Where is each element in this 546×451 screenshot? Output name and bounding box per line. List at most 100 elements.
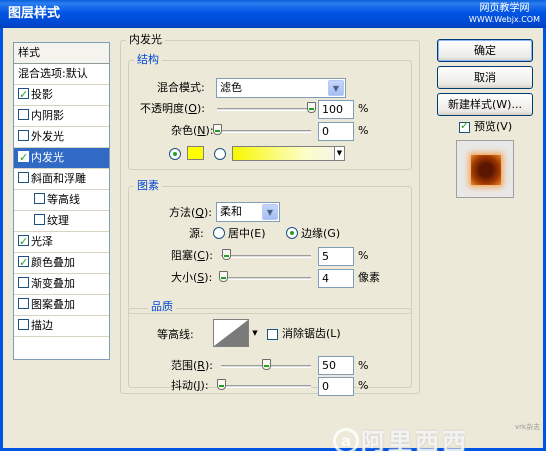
ok-button[interactable]: 确定 bbox=[437, 39, 533, 62]
style-checkbox[interactable] bbox=[18, 277, 29, 288]
gradient-radio[interactable] bbox=[214, 148, 226, 160]
style-list-item[interactable]: 外发光 bbox=[14, 127, 109, 148]
style-checkbox[interactable] bbox=[34, 214, 45, 225]
style-list-item[interactable]: 纹理 bbox=[14, 211, 109, 232]
watermark-logo: a bbox=[333, 428, 359, 451]
jitter-input[interactable]: 0 bbox=[318, 377, 354, 396]
jitter-slider[interactable] bbox=[217, 379, 311, 390]
range-slider[interactable] bbox=[221, 359, 311, 370]
glow-color-swatch[interactable] bbox=[187, 146, 204, 160]
range-unit: % bbox=[358, 359, 369, 372]
watermark-small: vrk杂志 bbox=[515, 423, 541, 431]
chevron-down-icon: ▼ bbox=[334, 147, 344, 160]
size-label: 大小(S): bbox=[171, 271, 213, 284]
style-list: 样式 混合选项:默认投影内阴影外发光内发光斜面和浮雕等高线纹理光泽颜色叠加渐变叠… bbox=[13, 42, 110, 360]
elements-title: 图素 bbox=[134, 180, 162, 192]
style-list-item[interactable]: 斜面和浮雕 bbox=[14, 169, 109, 190]
range-slider-thumb[interactable] bbox=[262, 359, 271, 370]
dialog-body: 样式 混合选项:默认投影内阴影外发光内发光斜面和浮雕等高线纹理光泽颜色叠加渐变叠… bbox=[0, 28, 546, 451]
style-checkbox[interactable] bbox=[18, 109, 29, 120]
opacity-slider-thumb[interactable] bbox=[307, 102, 316, 113]
jitter-slider-thumb[interactable] bbox=[217, 379, 226, 390]
preview-label: 预览(V) bbox=[474, 120, 513, 133]
preview-checkbox[interactable] bbox=[459, 119, 470, 133]
noise-slider-thumb[interactable] bbox=[213, 124, 222, 135]
size-unit: 像素 bbox=[358, 271, 380, 284]
range-input[interactable]: 50 bbox=[318, 356, 354, 375]
cancel-button[interactable]: 取消 bbox=[437, 66, 533, 89]
style-checkbox[interactable] bbox=[18, 148, 29, 168]
size-slider-thumb[interactable] bbox=[218, 271, 228, 282]
inner-glow-title: 内发光 bbox=[126, 34, 165, 46]
source-center-radio[interactable] bbox=[213, 227, 225, 239]
opacity-input[interactable]: 100 bbox=[318, 100, 354, 119]
style-checkbox[interactable] bbox=[18, 85, 29, 105]
contour-label: 等高线: bbox=[157, 328, 194, 341]
style-checkbox[interactable] bbox=[18, 232, 29, 252]
source-edge-radio[interactable] bbox=[286, 227, 298, 239]
technique-select[interactable]: 柔和 ▼ bbox=[216, 202, 280, 222]
contour-curve-icon bbox=[214, 320, 248, 346]
noise-unit: % bbox=[358, 124, 369, 137]
opacity-slider[interactable] bbox=[217, 102, 316, 113]
blend-mode-select[interactable]: 滤色 ▼ bbox=[216, 78, 346, 98]
contour-picker[interactable] bbox=[213, 319, 249, 347]
watermark-top: 网页教学网 WWW.Webjx.COM bbox=[468, 3, 540, 24]
style-checkbox[interactable] bbox=[18, 172, 29, 183]
quality-title: 品质 bbox=[148, 301, 176, 313]
jitter-unit: % bbox=[358, 379, 369, 392]
range-label: 范围(R): bbox=[171, 359, 213, 372]
technique-label: 方法(Q): bbox=[169, 206, 212, 219]
style-list-item[interactable]: 渐变叠加 bbox=[14, 274, 109, 295]
choke-slider-thumb[interactable] bbox=[221, 249, 231, 260]
glow-gradient-picker[interactable]: ▼ bbox=[232, 146, 345, 161]
style-list-item-label: 外发光 bbox=[31, 130, 64, 143]
style-list-item-label: 纹理 bbox=[47, 214, 69, 227]
style-list-item[interactable]: 颜色叠加 bbox=[14, 253, 109, 274]
style-list-item[interactable]: 混合选项:默认 bbox=[14, 64, 109, 85]
style-list-header[interactable]: 样式 bbox=[14, 43, 109, 64]
size-input[interactable]: 4 bbox=[318, 269, 354, 288]
quality-group bbox=[128, 308, 412, 388]
style-list-item-label: 颜色叠加 bbox=[31, 256, 75, 269]
choke-unit: % bbox=[358, 249, 369, 262]
style-list-item[interactable]: 内发光 bbox=[14, 148, 109, 169]
opacity-unit: % bbox=[358, 102, 369, 115]
source-label: 源: bbox=[189, 227, 204, 240]
style-list-item-label: 光泽 bbox=[31, 235, 53, 248]
style-list-item[interactable]: 光泽 bbox=[14, 232, 109, 253]
style-checkbox[interactable] bbox=[18, 319, 29, 330]
style-list-item-label: 投影 bbox=[31, 88, 53, 101]
style-list-item[interactable]: 内阴影 bbox=[14, 106, 109, 127]
style-list-item-label: 混合选项:默认 bbox=[18, 67, 88, 80]
new-style-button[interactable]: 新建样式(W)... bbox=[437, 93, 533, 116]
style-list-item[interactable]: 描边 bbox=[14, 316, 109, 337]
jitter-label: 抖动(J): bbox=[171, 379, 209, 392]
title-bar: 图层样式 网页教学网 WWW.Webjx.COM bbox=[0, 0, 546, 28]
antialias-checkbox[interactable] bbox=[267, 329, 278, 340]
style-list-item-label: 斜面和浮雕 bbox=[31, 172, 86, 185]
style-list-item[interactable]: 图案叠加 bbox=[14, 295, 109, 316]
choke-input[interactable]: 5 bbox=[318, 247, 354, 266]
choke-slider[interactable] bbox=[221, 249, 311, 260]
style-checkbox[interactable] bbox=[18, 298, 29, 309]
preview-thumbnail bbox=[471, 155, 501, 185]
style-preview bbox=[456, 140, 514, 198]
style-list-item[interactable]: 投影 bbox=[14, 85, 109, 106]
noise-label: 杂色(N): bbox=[171, 124, 214, 137]
structure-title: 结构 bbox=[134, 54, 162, 66]
style-checkbox[interactable] bbox=[18, 130, 29, 141]
style-checkbox[interactable] bbox=[34, 193, 45, 204]
solid-color-radio[interactable] bbox=[169, 148, 181, 160]
opacity-label: 不透明度(O): bbox=[140, 102, 205, 115]
style-checkbox[interactable] bbox=[18, 253, 29, 273]
noise-slider[interactable] bbox=[213, 124, 311, 135]
style-list-item-label: 内发光 bbox=[31, 151, 64, 164]
blend-mode-label: 混合模式: bbox=[157, 81, 205, 94]
noise-input[interactable]: 0 bbox=[318, 122, 354, 141]
chevron-down-icon[interactable]: ▼ bbox=[250, 319, 260, 347]
source-center-label: 居中(E) bbox=[228, 227, 266, 240]
style-list-item[interactable]: 等高线 bbox=[14, 190, 109, 211]
choke-label: 阻塞(C): bbox=[171, 249, 213, 262]
size-slider[interactable] bbox=[218, 271, 311, 282]
